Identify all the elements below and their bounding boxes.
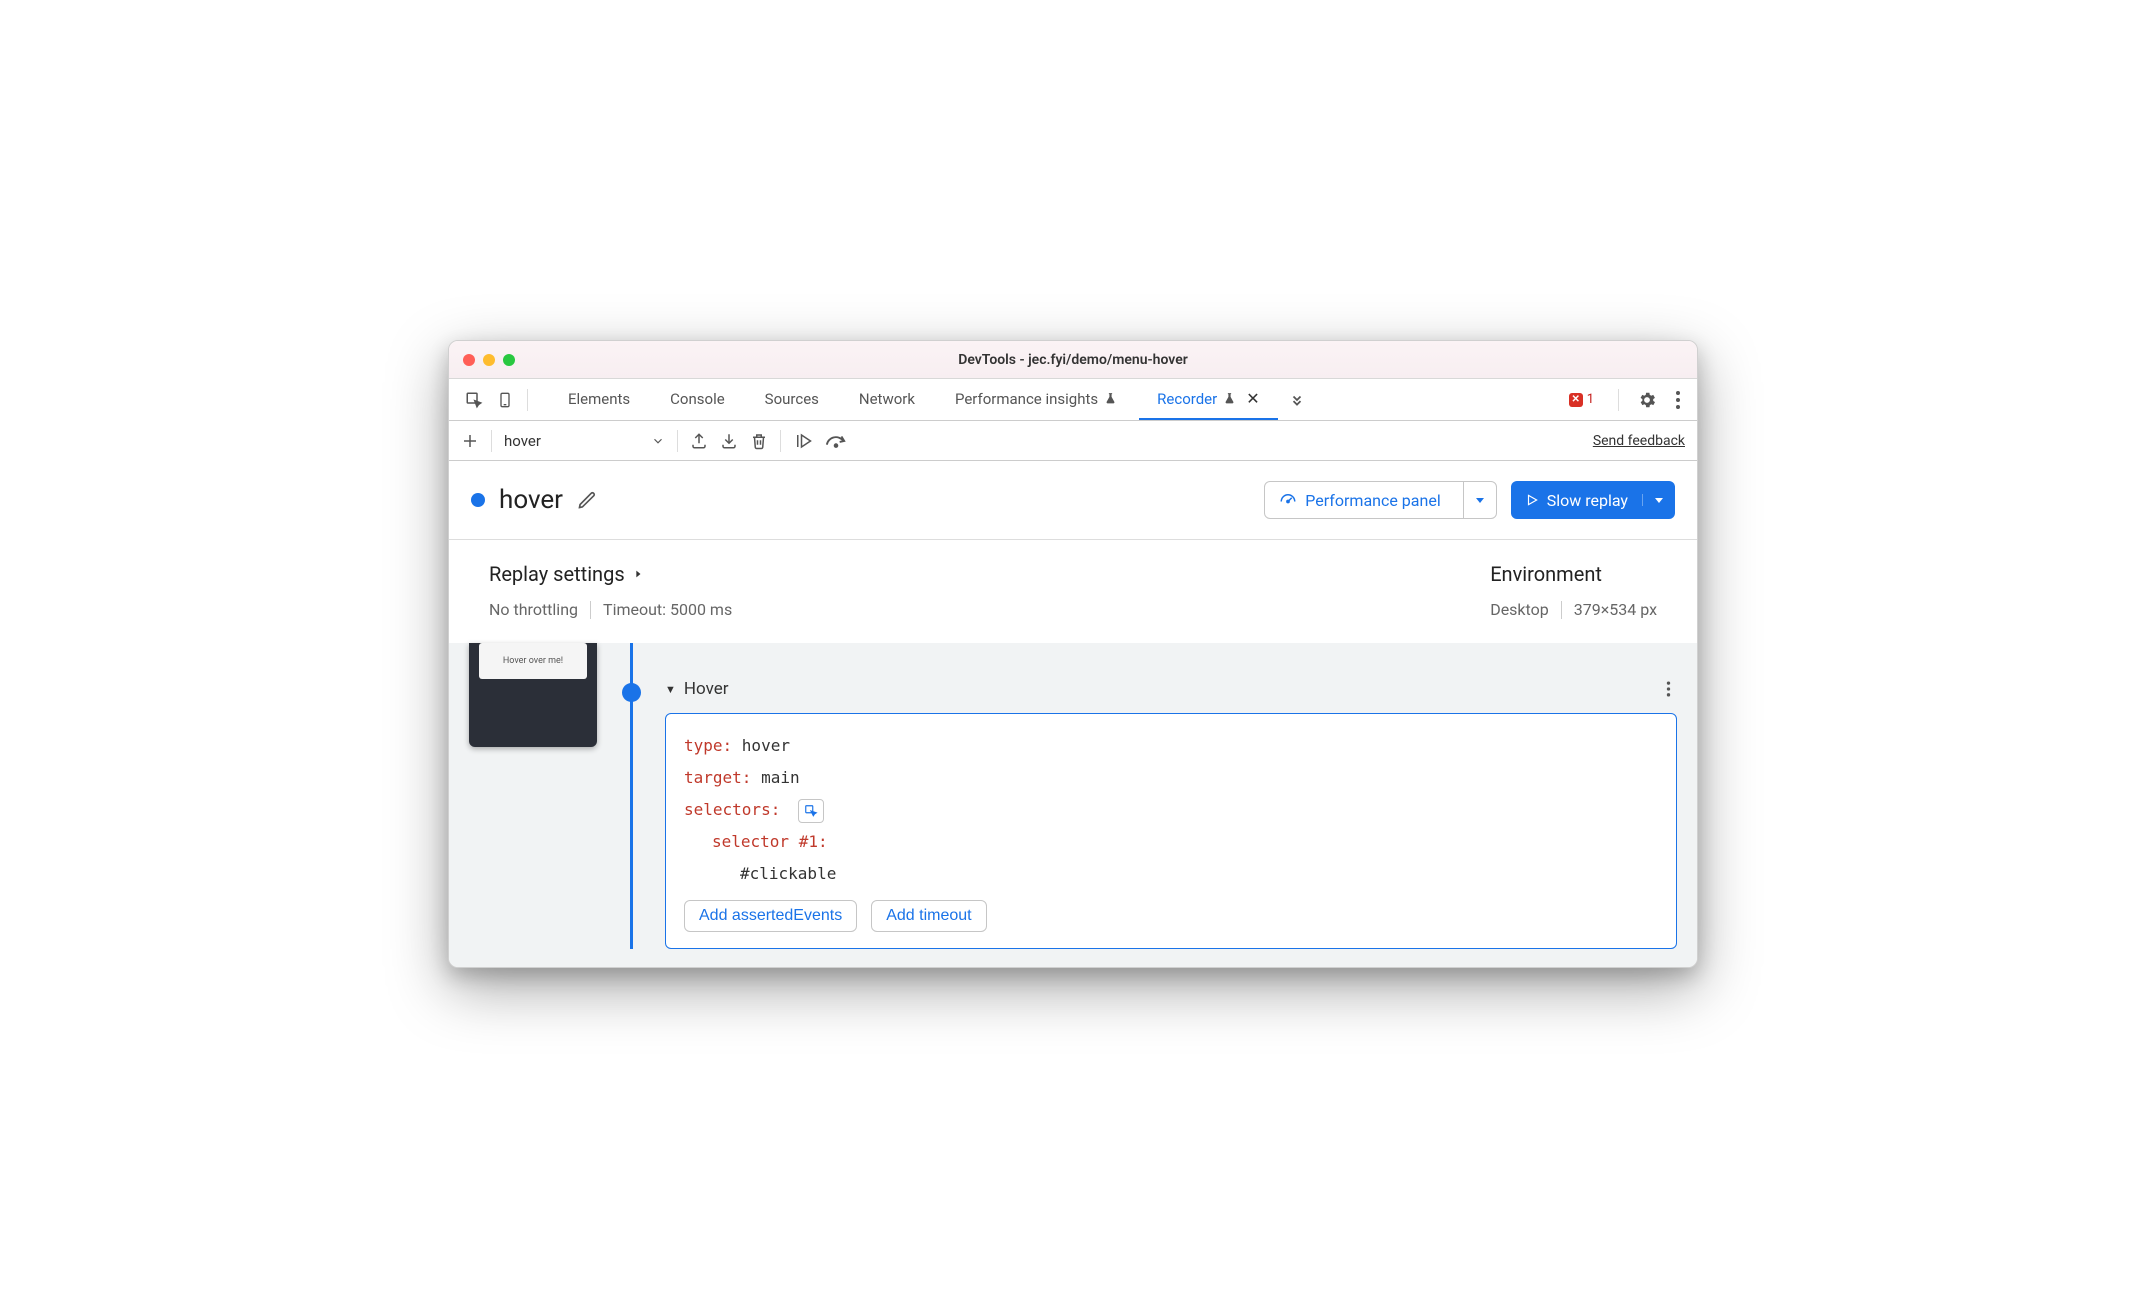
separator bbox=[527, 389, 528, 411]
panel-tabstrip: Elements Console Sources Network Perform… bbox=[449, 379, 1697, 421]
step-detail-card: type: hover target: main selectors: bbox=[665, 713, 1677, 949]
step-kebab-menu-icon[interactable] bbox=[1666, 680, 1671, 698]
tab-console[interactable]: Console bbox=[652, 379, 743, 420]
prop-key: target bbox=[684, 768, 742, 787]
replay-settings-toggle[interactable]: Replay settings bbox=[489, 562, 732, 586]
gauge-icon bbox=[1279, 491, 1297, 509]
import-icon[interactable] bbox=[720, 432, 738, 450]
caret-right-icon bbox=[633, 567, 643, 581]
step-prop-selector-1[interactable]: selector #1: bbox=[684, 826, 1658, 858]
selector-value[interactable]: #clickable bbox=[684, 858, 1658, 890]
more-tabs-icon[interactable] bbox=[1288, 393, 1306, 407]
edit-title-icon[interactable] bbox=[577, 490, 597, 510]
step-over-icon[interactable] bbox=[825, 433, 847, 449]
environment-device: Desktop bbox=[1490, 600, 1549, 619]
recording-title: hover bbox=[499, 485, 563, 515]
caret-down-icon bbox=[1653, 494, 1665, 506]
recording-header: hover Performance panel Slow replay bbox=[449, 461, 1697, 540]
recording-status-icon bbox=[471, 493, 485, 507]
slow-replay-button[interactable]: Slow replay bbox=[1511, 481, 1675, 519]
window-title: DevTools - jec.fyi/demo/menu-hover bbox=[449, 352, 1697, 368]
recorder-toolbar: hover Send feedback bbox=[449, 421, 1697, 461]
performance-panel-button[interactable]: Performance panel bbox=[1264, 481, 1496, 519]
step-prop-selectors[interactable]: selectors: bbox=[684, 794, 1658, 826]
kebab-menu-icon[interactable] bbox=[1675, 390, 1681, 410]
settings-gear-icon[interactable] bbox=[1637, 390, 1657, 410]
prop-key: selector #1 bbox=[712, 832, 818, 851]
tab-recorder[interactable]: Recorder ✕ bbox=[1139, 379, 1277, 420]
throttling-value: No throttling bbox=[489, 600, 578, 619]
close-window-button[interactable] bbox=[463, 354, 475, 366]
inspect-element-icon[interactable] bbox=[465, 391, 483, 409]
step-node[interactable] bbox=[622, 683, 641, 702]
beaker-icon bbox=[1104, 391, 1117, 406]
replay-speed-dropdown[interactable] bbox=[1642, 494, 1675, 506]
caret-down-icon bbox=[1474, 494, 1486, 506]
separator bbox=[1561, 601, 1562, 619]
prop-key: type bbox=[684, 736, 723, 755]
tab-elements[interactable]: Elements bbox=[550, 379, 648, 420]
minimize-window-button[interactable] bbox=[483, 354, 495, 366]
environment-label: Environment bbox=[1490, 562, 1657, 586]
devtools-window: DevTools - jec.fyi/demo/menu-hover Eleme… bbox=[448, 340, 1698, 968]
tab-label: Sources bbox=[765, 390, 819, 408]
step-prop-type[interactable]: type: hover bbox=[684, 730, 1658, 762]
separator bbox=[1618, 389, 1619, 411]
separator bbox=[590, 601, 591, 619]
button-label: Slow replay bbox=[1547, 491, 1628, 510]
beaker-icon bbox=[1223, 391, 1236, 406]
settings-row: Replay settings No throttling Timeout: 5… bbox=[449, 540, 1697, 643]
tab-network[interactable]: Network bbox=[841, 379, 933, 420]
step-play-icon[interactable] bbox=[793, 432, 813, 450]
close-tab-icon[interactable]: ✕ bbox=[1246, 389, 1259, 408]
environment-dimensions: 379×534 px bbox=[1574, 600, 1657, 619]
add-asserted-events-button[interactable]: Add assertedEvents bbox=[684, 900, 857, 932]
performance-panel-dropdown[interactable] bbox=[1463, 482, 1496, 518]
step-title: Hover bbox=[684, 679, 729, 699]
tab-label: Console bbox=[670, 390, 725, 408]
play-icon bbox=[1525, 493, 1539, 507]
delete-icon[interactable] bbox=[750, 432, 768, 450]
error-count-badge[interactable]: ✕ 1 bbox=[1563, 391, 1600, 408]
tab-label: Recorder bbox=[1157, 390, 1217, 408]
prop-value: hover bbox=[742, 736, 790, 755]
caret-down-icon: ▼ bbox=[665, 683, 676, 696]
tab-label: Performance insights bbox=[955, 390, 1098, 408]
traffic-lights bbox=[463, 354, 515, 366]
step-header[interactable]: ▼ Hover bbox=[665, 679, 1677, 699]
prop-value: main bbox=[761, 768, 800, 787]
error-count: 1 bbox=[1587, 392, 1594, 407]
recording-name: hover bbox=[504, 432, 541, 450]
maximize-window-button[interactable] bbox=[503, 354, 515, 366]
recording-selector[interactable]: hover bbox=[504, 432, 665, 450]
replay-settings-label: Replay settings bbox=[489, 562, 625, 586]
step-prop-target[interactable]: target: main bbox=[684, 762, 1658, 794]
export-icon[interactable] bbox=[690, 432, 708, 450]
timeout-value: Timeout: 5000 ms bbox=[603, 600, 732, 619]
send-feedback-link[interactable]: Send feedback bbox=[1593, 433, 1685, 449]
separator bbox=[491, 430, 492, 452]
tab-label: Elements bbox=[568, 390, 630, 408]
button-label: Performance panel bbox=[1305, 491, 1440, 510]
prop-value: #clickable bbox=[740, 864, 836, 883]
device-toolbar-icon[interactable] bbox=[497, 391, 513, 409]
add-timeout-button[interactable]: Add timeout bbox=[871, 900, 986, 932]
timeline-area: Hover over me! ▼ Hover type: hover bbox=[449, 643, 1697, 967]
thumbnail-label: Hover over me! bbox=[479, 643, 587, 679]
error-icon: ✕ bbox=[1569, 393, 1583, 407]
step-thumbnail[interactable]: Hover over me! bbox=[469, 643, 597, 747]
titlebar: DevTools - jec.fyi/demo/menu-hover bbox=[449, 341, 1697, 379]
tab-sources[interactable]: Sources bbox=[747, 379, 837, 420]
tab-label: Network bbox=[859, 390, 915, 408]
prop-key: selectors bbox=[684, 800, 771, 819]
element-picker-icon[interactable] bbox=[798, 799, 824, 823]
new-recording-icon[interactable] bbox=[461, 432, 479, 450]
chevron-down-icon bbox=[651, 434, 665, 448]
separator bbox=[780, 430, 781, 452]
tab-performance-insights[interactable]: Performance insights bbox=[937, 379, 1135, 420]
separator bbox=[677, 430, 678, 452]
